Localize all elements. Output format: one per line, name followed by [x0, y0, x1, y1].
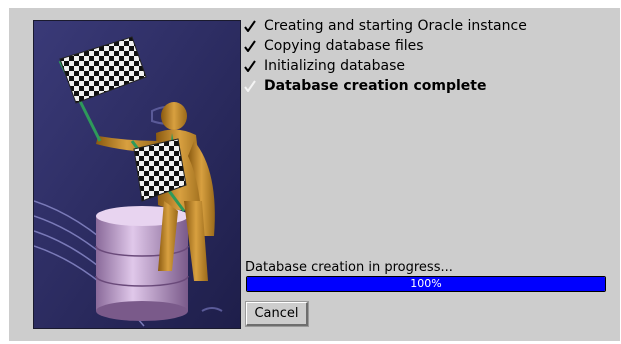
oracle-illustration [33, 20, 241, 329]
checkmark-icon [244, 56, 264, 76]
step-label: Initializing database [264, 58, 405, 74]
step-item: Initializing database [244, 56, 614, 76]
step-item: Creating and starting Oracle instance [244, 16, 614, 36]
checkmark-icon [244, 16, 264, 36]
step-label: Creating and starting Oracle instance [264, 18, 527, 34]
progress-bar: 100% [246, 276, 606, 292]
step-item-current: Database creation complete [244, 76, 614, 96]
step-label: Copying database files [264, 38, 424, 54]
steps-list: Creating and starting Oracle instance Co… [244, 16, 614, 96]
checkmark-icon [244, 76, 264, 96]
step-label: Database creation complete [264, 78, 487, 94]
finish-flags-figure-illustration [34, 21, 240, 328]
progress-percent-label: 100% [410, 277, 442, 290]
status-text: Database creation in progress... [245, 260, 453, 275]
step-item: Copying database files [244, 36, 614, 56]
checkmark-icon [244, 36, 264, 56]
database-creation-dialog: Creating and starting Oracle instance Co… [9, 8, 620, 341]
cancel-button[interactable]: Cancel [245, 301, 309, 327]
